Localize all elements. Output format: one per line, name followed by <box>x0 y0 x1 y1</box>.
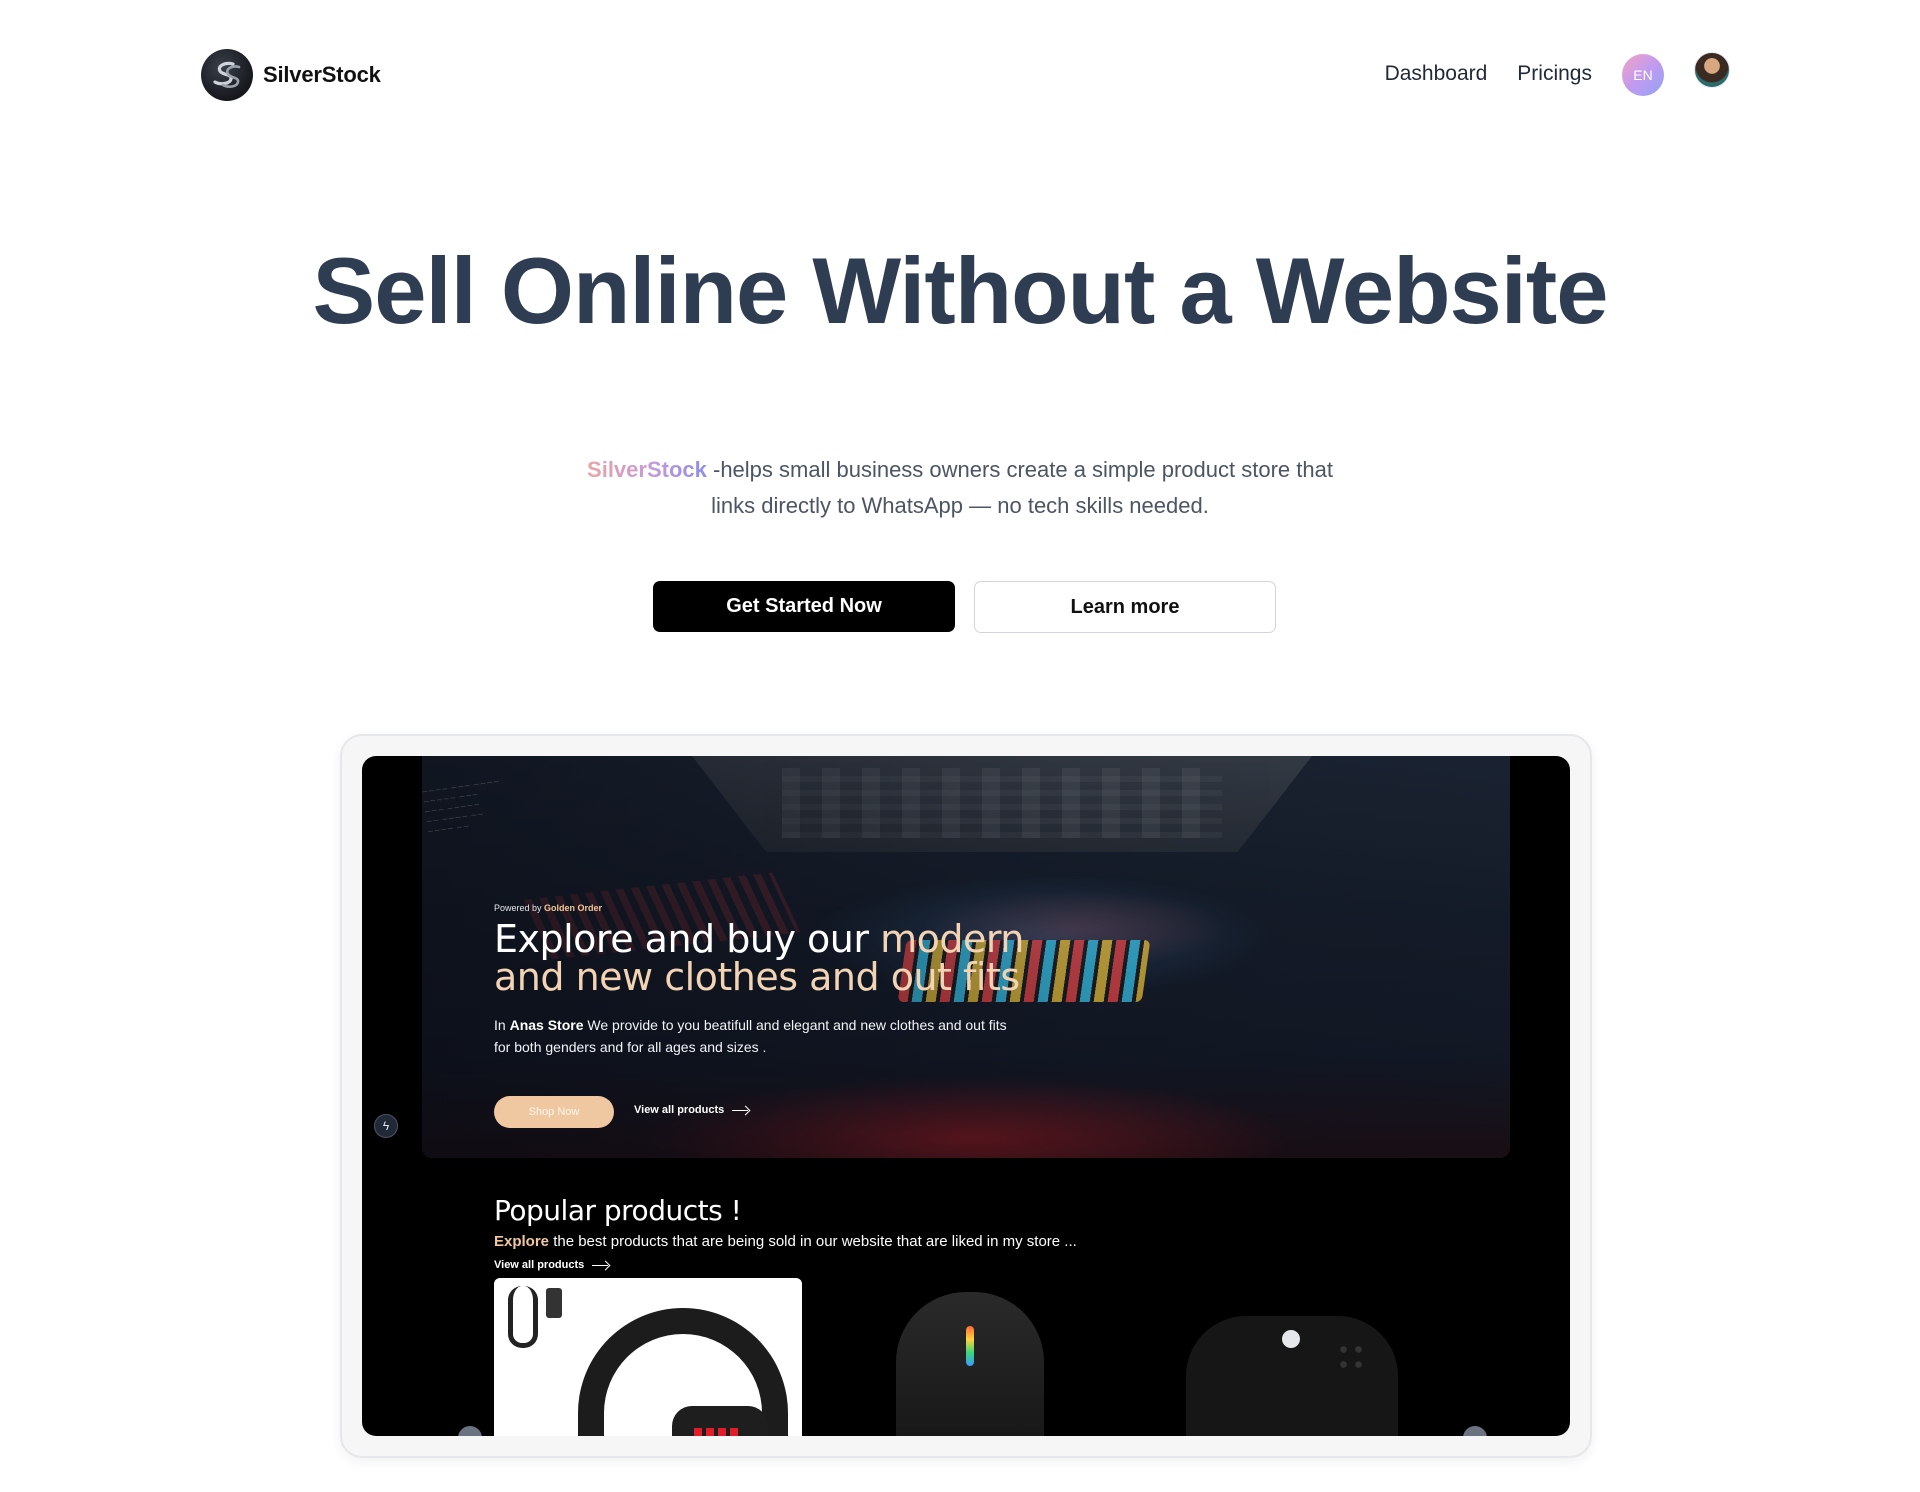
brand-name: SilverStock <box>263 62 381 87</box>
nav-link-pricings[interactable]: Pricings <box>1517 62 1592 86</box>
language-switcher[interactable]: EN <box>1622 54 1664 96</box>
dongle-image <box>546 1288 562 1318</box>
ss-monogram-icon <box>201 49 253 101</box>
hero-subtitle-brand: SilverStock <box>587 457 707 482</box>
user-avatar[interactable] <box>1694 52 1730 88</box>
bolt-icon[interactable]: ϟ <box>374 1114 398 1138</box>
hero-subtitle: SilverStock -helps small business owners… <box>585 452 1335 524</box>
view-all-products-link[interactable]: View all products <box>634 1104 750 1116</box>
shop-now-button[interactable]: Shop Now <box>494 1096 614 1128</box>
headset-cup-image <box>672 1406 768 1436</box>
hero-title: Sell Online Without a Website <box>312 238 1609 343</box>
powered-by-text: Powered by Golden Order <box>494 903 603 913</box>
learn-more-button[interactable]: Learn more <box>974 581 1276 633</box>
product-card-controller[interactable] <box>1186 1316 1398 1436</box>
powered-by-brand: Golden Order <box>544 903 603 913</box>
store-banner-description: In Anas Store We provide to you beatiful… <box>494 1017 1007 1055</box>
popular-products-subtitle: Explore the best products that are being… <box>494 1233 1077 1250</box>
hero-subtitle-text: -helps small business owners create a si… <box>706 457 1333 518</box>
store-preview-frame: ~~~~ ~~~ ~~~~~~~~~ ~~~~~~ ~~~~~~~ ~~~~ ~… <box>340 734 1592 1458</box>
cable-image <box>508 1286 538 1348</box>
popular-view-all-link[interactable]: View all products <box>494 1259 610 1271</box>
popular-products-title: Popular products ! <box>494 1194 742 1227</box>
product-card-mouse[interactable] <box>896 1292 1044 1436</box>
top-nav: SilverStock Dashboard Pricings EN <box>0 0 1920 150</box>
brand-logo[interactable]: SilverStock <box>201 49 381 101</box>
store-preview-screen: ~~~~ ~~~ ~~~~~~~~~ ~~~~~~ ~~~~~~~ ~~~~ ~… <box>362 756 1570 1436</box>
carousel-prev-button[interactable] <box>458 1426 482 1436</box>
carousel-next-button[interactable] <box>1463 1426 1487 1436</box>
arrow-right-icon <box>592 1261 610 1269</box>
nav-links: Dashboard Pricings EN <box>1385 52 1730 96</box>
store-name: Anas Store <box>509 1017 584 1033</box>
get-started-button[interactable]: Get Started Now <box>653 581 955 632</box>
arrow-right-icon <box>732 1106 750 1114</box>
product-card-headset[interactable] <box>494 1278 802 1436</box>
store-hero-banner: ~~~~ ~~~ ~~~~~~~~~ ~~~~~~ ~~~~~~~ ~~~~ ~… <box>422 756 1510 1158</box>
nav-link-dashboard[interactable]: Dashboard <box>1385 62 1488 86</box>
store-banner-title: Explore and buy our modern and new cloth… <box>494 917 1024 999</box>
